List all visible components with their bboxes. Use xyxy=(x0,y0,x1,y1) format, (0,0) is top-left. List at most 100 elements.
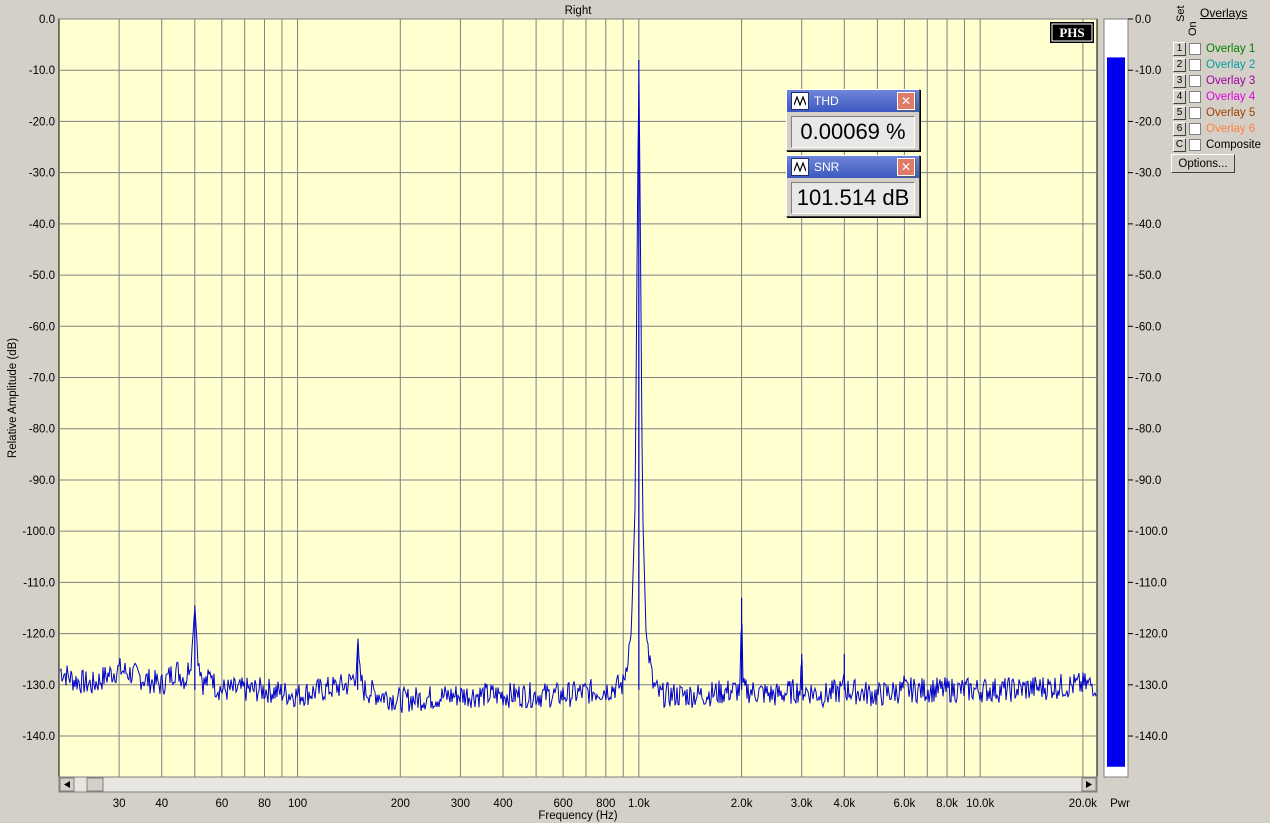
overlay-set-button[interactable]: 5 xyxy=(1173,105,1186,120)
meter-tick-label: -100.0 xyxy=(1135,526,1168,538)
x-tick-label: 2.0k xyxy=(731,798,753,810)
power-meter-fill xyxy=(1107,57,1125,767)
plot-area xyxy=(58,18,1098,778)
meter-tick-label: -50.0 xyxy=(1135,270,1161,282)
overlay-label: Overlay 1 xyxy=(1206,42,1256,55)
y-tick-label: -30.0 xyxy=(29,168,55,180)
overlays-panel: Overlays Set On 1 Overlay 1 2 Overlay 2 3 Ove… xyxy=(1168,0,1270,180)
y-tick-label: -140.0 xyxy=(22,731,55,743)
overlay-row: C Composite xyxy=(1173,137,1261,152)
overlay-set-button[interactable]: 1 xyxy=(1173,41,1186,56)
overlay-on-checkbox[interactable] xyxy=(1189,122,1201,135)
thd-value: 0.00069 % xyxy=(791,116,915,148)
overlay-on-checkbox[interactable] xyxy=(1189,106,1201,119)
x-tick-label: 10.0k xyxy=(966,798,994,810)
x-tick-label: 30 xyxy=(113,798,126,810)
x-tick-label: 200 xyxy=(391,798,410,810)
overlay-on-checkbox[interactable] xyxy=(1189,42,1201,55)
snr-label: SNR xyxy=(814,160,840,174)
x-tick-label: 4.0k xyxy=(833,798,855,810)
close-icon[interactable]: ✕ xyxy=(897,158,915,176)
x-tick-label: 80 xyxy=(258,798,271,810)
overlay-label: Composite xyxy=(1206,138,1261,151)
x-tick-label: 300 xyxy=(451,798,470,810)
meter-tick-label: -140.0 xyxy=(1135,731,1168,743)
snr-titlebar[interactable]: SNR ✕ xyxy=(787,156,919,178)
y-tick-label: -20.0 xyxy=(29,116,55,128)
overlay-label: Overlay 6 xyxy=(1206,122,1256,135)
overlay-label: Overlay 2 xyxy=(1206,58,1256,71)
y-tick-label: -50.0 xyxy=(29,270,55,282)
overlay-label: Overlay 4 xyxy=(1206,90,1256,103)
meter-tick-label: 0.0 xyxy=(1135,14,1151,26)
set-column-label: Set xyxy=(1175,5,1187,22)
meter-tick-label: -60.0 xyxy=(1135,321,1161,333)
overlay-row: 3 Overlay 3 xyxy=(1173,73,1255,88)
meter-tick-label: -10.0 xyxy=(1135,65,1161,77)
overlay-set-button[interactable]: 3 xyxy=(1173,73,1186,88)
waveform-icon xyxy=(791,92,809,110)
power-meter-label: Pwr xyxy=(1110,798,1130,810)
y-tick-label: -60.0 xyxy=(29,321,55,333)
overlay-row: 1 Overlay 1 xyxy=(1173,41,1255,56)
overlay-on-checkbox[interactable] xyxy=(1189,138,1201,151)
x-tick-label: 400 xyxy=(493,798,512,810)
meter-tick-label: -110.0 xyxy=(1135,577,1167,589)
snr-value: 101.514 dB xyxy=(791,182,915,214)
y-tick-label: 0.0 xyxy=(39,14,55,26)
thd-titlebar[interactable]: THD ✕ xyxy=(787,90,919,112)
y-tick-label: -70.0 xyxy=(29,373,55,385)
thd-label: THD xyxy=(814,94,839,108)
overlay-set-button[interactable]: 6 xyxy=(1173,121,1186,136)
overlay-on-checkbox[interactable] xyxy=(1189,58,1201,71)
x-tick-label: 100 xyxy=(288,798,307,810)
meter-tick-label: -80.0 xyxy=(1135,424,1161,436)
chart-title: Right xyxy=(565,5,593,17)
meter-tick-label: -70.0 xyxy=(1135,373,1161,385)
overlay-on-checkbox[interactable] xyxy=(1189,90,1201,103)
x-tick-label: 1.0k xyxy=(628,798,650,810)
snr-window[interactable]: SNR ✕ 101.514 dB xyxy=(786,155,920,217)
overlay-row: 4 Overlay 4 xyxy=(1173,89,1255,104)
options-button[interactable]: Options... xyxy=(1171,154,1235,173)
meter-tick-label: -120.0 xyxy=(1135,629,1168,641)
overlay-row: 6 Overlay 6 xyxy=(1173,121,1255,136)
thd-window[interactable]: THD ✕ 0.00069 % xyxy=(786,89,920,151)
y-tick-label: -100.0 xyxy=(22,526,55,538)
spectrum-chart: 0.0 -10.0 -20.0 -30.0 -40.0 -50.0 -60.0 -70.0 -8… xyxy=(7,5,1168,822)
overlay-on-checkbox[interactable] xyxy=(1189,74,1201,87)
y-axis-label: Relative Amplitude (dB) xyxy=(7,338,19,458)
x-tick-label: 8.0k xyxy=(936,798,958,810)
meter-tick-label: -20.0 xyxy=(1135,116,1161,128)
y-tick-label: -90.0 xyxy=(29,475,55,487)
meter-tick-label: -40.0 xyxy=(1135,219,1161,231)
overlay-row: 5 Overlay 5 xyxy=(1173,105,1255,120)
y-tick-label: -80.0 xyxy=(29,424,55,436)
overlay-row: 2 Overlay 2 xyxy=(1173,57,1255,72)
y-tick-label: -40.0 xyxy=(29,219,55,231)
x-tick-label: 40 xyxy=(155,798,168,810)
x-tick-label: 3.0k xyxy=(791,798,813,810)
overlays-heading: Overlays xyxy=(1200,6,1248,20)
y-tick-label: -110.0 xyxy=(23,577,55,589)
x-tick-label: 6.0k xyxy=(894,798,916,810)
waveform-icon xyxy=(791,158,809,176)
overlay-label: Overlay 3 xyxy=(1206,74,1256,87)
phs-logo-text: PHS xyxy=(1059,25,1084,40)
scroll-thumb[interactable] xyxy=(86,777,104,792)
overlay-set-button[interactable]: 4 xyxy=(1173,89,1186,104)
horizontal-scrollbar[interactable] xyxy=(58,776,1098,793)
meter-tick-label: -130.0 xyxy=(1135,680,1168,692)
y-tick-label: -10.0 xyxy=(29,65,55,77)
meter-tick-label: -90.0 xyxy=(1135,475,1161,487)
overlay-set-button[interactable]: C xyxy=(1173,137,1186,152)
x-tick-label: 800 xyxy=(596,798,615,810)
on-column-label: On xyxy=(1187,21,1199,36)
overlay-label: Overlay 5 xyxy=(1206,106,1256,119)
meter-tick-label: -30.0 xyxy=(1135,168,1161,180)
close-icon[interactable]: ✕ xyxy=(897,92,915,110)
x-tick-label: 60 xyxy=(215,798,228,810)
y-tick-label: -130.0 xyxy=(22,680,55,692)
overlay-set-button[interactable]: 2 xyxy=(1173,57,1186,72)
x-axis-label: Frequency (Hz) xyxy=(538,810,617,822)
